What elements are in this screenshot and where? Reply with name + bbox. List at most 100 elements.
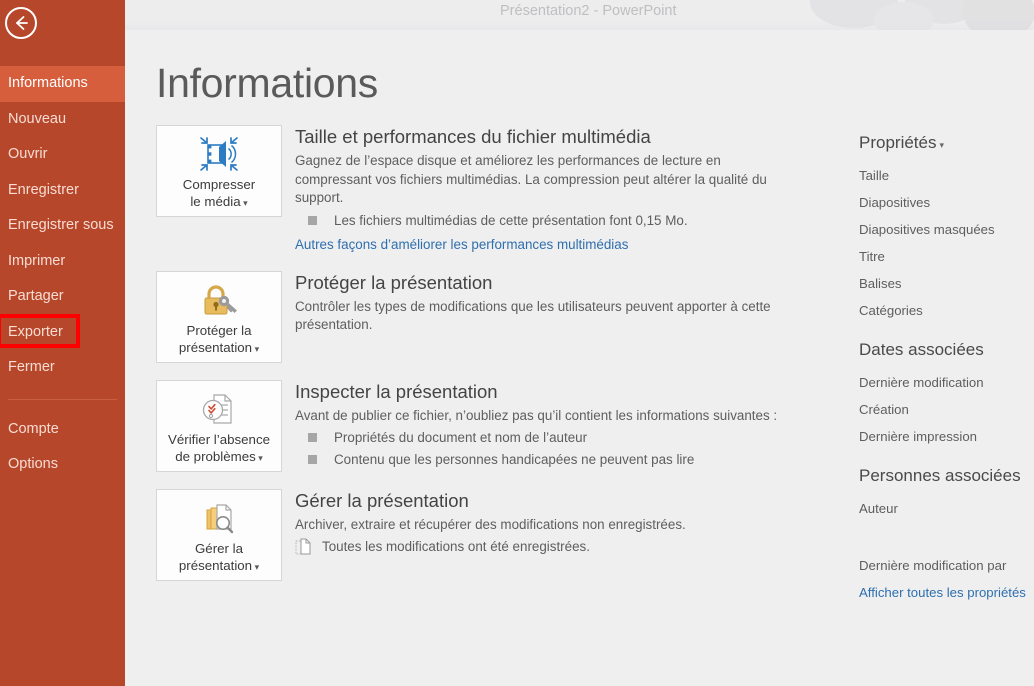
chevron-down-icon[interactable]: ▾: [252, 562, 260, 572]
property-row-derniere-impression: Dernière impression: [859, 429, 977, 444]
properties-group-proprietes: Propriétés ▾ Taille Diapositives Diaposit…: [859, 133, 1034, 324]
media-bullet-text: Les fichiers multimédias de cette présen…: [334, 212, 688, 228]
sidebar-item-ouvrir[interactable]: Ouvrir: [0, 137, 125, 173]
info-block-protect: Protéger la présentation ▾ Protéger la p…: [156, 270, 856, 363]
chevron-down-icon[interactable]: ▾: [256, 453, 263, 463]
protect-description: Contrôler les types de modifications que…: [295, 298, 771, 333]
protect-presentation-button[interactable]: Protéger la présentation ▾: [156, 270, 282, 363]
sidebar-item-nouveau[interactable]: Nouveau: [0, 102, 125, 138]
saved-document-icon: [295, 538, 311, 555]
property-row-diapositives-masquees[interactable]: Diapositives masquées: [859, 216, 1034, 243]
window-title: Présentation2 - PowerPoint: [500, 3, 677, 19]
inspect-bullet-text-2: Contenu que les personnes handicapées ne…: [334, 452, 695, 467]
title-bar: Présentation2 - PowerPoint: [125, 0, 1034, 30]
properties-group-title: Propriétés ▾: [859, 133, 1034, 153]
manage-label-line2: présentation: [178, 557, 253, 573]
manage-bullet-text: Toutes les modifications ont été enregis…: [322, 539, 590, 554]
manage-description: Archiver, extraire et récupérer des modi…: [295, 516, 686, 532]
property-row-creation: Création: [859, 402, 909, 417]
compress-media-button[interactable]: Compresser le média ▾: [156, 125, 282, 217]
chevron-down-icon[interactable]: ▾: [252, 344, 260, 354]
compress-media-icon-wrap: [157, 126, 281, 176]
properties-spacer: [859, 538, 1034, 552]
sidebar-item-compte[interactable]: Compte: [0, 412, 125, 448]
property-row-balises[interactable]: Balises: [859, 270, 1034, 297]
check-issues-label: Vérifier l’absence de problèmes ▾: [157, 431, 281, 467]
lock-key-icon: [204, 284, 237, 314]
properties-group-personnes: Personnes associées Auteur: [859, 466, 1034, 522]
show-all-properties-link[interactable]: Afficher toutes les propriétés: [859, 579, 1034, 606]
property-row-auteur[interactable]: Auteur: [859, 495, 1034, 522]
media-heading: Taille et performances du fichier multim…: [295, 126, 651, 147]
inspect-heading: Inspecter la présentation: [295, 380, 498, 402]
dates-group-title: Dates associées: [859, 340, 984, 359]
check-issues-label-line2: de problèmes: [175, 448, 256, 464]
sidebar-item-imprimer[interactable]: Imprimer: [0, 244, 125, 280]
inspect-bullet-text-1: Propriétés du document et nom de l’auteu…: [334, 430, 588, 445]
sidebar-nav: Informations Nouveau Ouvrir Enregistrer …: [0, 66, 125, 483]
property-row-modified-by: Dernière modification par: [859, 558, 1007, 573]
bullet-square-icon: [308, 433, 317, 442]
property-row-diapositives[interactable]: Diapositives: [859, 189, 1034, 216]
sidebar-item-informations[interactable]: Informations: [0, 66, 125, 102]
check-issues-button[interactable]: Vérifier l’absence de problèmes ▾: [156, 379, 282, 472]
backstage-content: Informations Compresser le média ▾ Taill…: [125, 30, 1034, 686]
info-block-media-text: Taille et performances du fichier multim…: [295, 125, 856, 254]
property-row-derniere-modification: Dernière modification: [859, 375, 984, 390]
sidebar-item-enregistrer[interactable]: Enregistrer: [0, 173, 125, 209]
properties-panel: Propriétés ▾ Taille Diapositives Diaposit…: [859, 133, 1034, 606]
inspect-document-icon: [202, 393, 232, 424]
protect-icon-wrap: [157, 272, 281, 322]
personnes-group-title: Personnes associées: [859, 466, 1021, 485]
manage-bullet-row: Toutes les modifications ont été enregis…: [295, 538, 856, 556]
manage-versions-icon: [206, 503, 234, 533]
protect-label-line1: Protéger la: [186, 322, 252, 338]
manage-presentation-label: Gérer la présentation ▾: [157, 540, 281, 576]
sidebar-divider: [8, 398, 117, 400]
check-issues-label-line1: Vérifier l’absence: [168, 431, 270, 447]
media-bullet-row: Les fichiers multimédias de cette présen…: [295, 212, 856, 230]
sidebar-item-options[interactable]: Options: [0, 447, 125, 483]
powerpoint-backstage-view: Présentation2 - PowerPoint Informations …: [0, 0, 1034, 686]
properties-group-dates: Dates associées Dernière modification Cr…: [859, 340, 1034, 450]
property-row-taille[interactable]: Taille: [859, 162, 1034, 189]
info-block-manage: Gérer la présentation ▾ Gérer la présent…: [156, 488, 856, 581]
info-block-inspect: Vérifier l’absence de problèmes ▾ Inspec…: [156, 379, 856, 472]
backstage-sidebar: Informations Nouveau Ouvrir Enregistrer …: [0, 0, 125, 686]
compress-media-label: Compresser le média ▾: [157, 176, 281, 212]
info-block-manage-text: Gérer la présentation Archiver, extraire…: [295, 489, 856, 581]
back-arrow-button[interactable]: [5, 7, 37, 39]
info-block-inspect-text: Inspecter la présentation Avant de publi…: [295, 380, 856, 472]
compress-media-label-line1: Compresser: [182, 177, 256, 192]
compress-media-label-line2: le média: [190, 194, 241, 209]
info-blocks: Compresser le média ▾ Taille et performa…: [156, 125, 856, 598]
bullet-square-icon: [308, 215, 317, 225]
protect-label-line2: présentation: [178, 339, 253, 355]
manage-presentation-button[interactable]: Gérer la présentation ▾: [156, 488, 282, 581]
inspect-bullet-row-2: Contenu que les personnes handicapées ne…: [295, 451, 856, 469]
inspect-icon-wrap: [157, 381, 281, 431]
back-arrow-icon: [16, 16, 28, 30]
properties-title-text: Propriétés: [859, 133, 937, 152]
sidebar-item-enregistrer-sous[interactable]: Enregistrer sous: [0, 208, 125, 244]
media-description: Gagnez de l’espace disque et améliorez l…: [295, 153, 767, 205]
manage-label-line1: Gérer la: [194, 540, 244, 556]
property-row-titre[interactable]: Titre: [859, 243, 1034, 270]
page-title: Informations: [156, 60, 379, 106]
inspect-description: Avant de publier ce fichier, n’oubliez p…: [295, 407, 778, 423]
sidebar-item-exporter[interactable]: Exporter: [0, 315, 125, 351]
protect-presentation-label: Protéger la présentation ▾: [157, 322, 281, 358]
sidebar-item-fermer[interactable]: Fermer: [0, 350, 125, 386]
info-block-media: Compresser le média ▾ Taille et performa…: [156, 125, 856, 254]
property-row-categories[interactable]: Catégories: [859, 297, 1034, 324]
inspect-bullet-row-1: Propriétés du document et nom de l’auteu…: [295, 429, 856, 447]
manage-heading: Gérer la présentation: [295, 489, 469, 511]
compress-media-icon: [200, 137, 238, 171]
media-performance-link[interactable]: Autres façons d’améliorer les performanc…: [295, 237, 628, 252]
chevron-down-icon[interactable]: ▾: [241, 198, 248, 208]
bullet-square-icon: [308, 455, 317, 464]
sidebar-item-partager[interactable]: Partager: [0, 279, 125, 315]
chevron-down-icon[interactable]: ▾: [939, 140, 944, 150]
manage-icon-wrap: [157, 490, 281, 540]
info-block-protect-text: Protéger la présentation Contrôler les t…: [295, 271, 856, 363]
